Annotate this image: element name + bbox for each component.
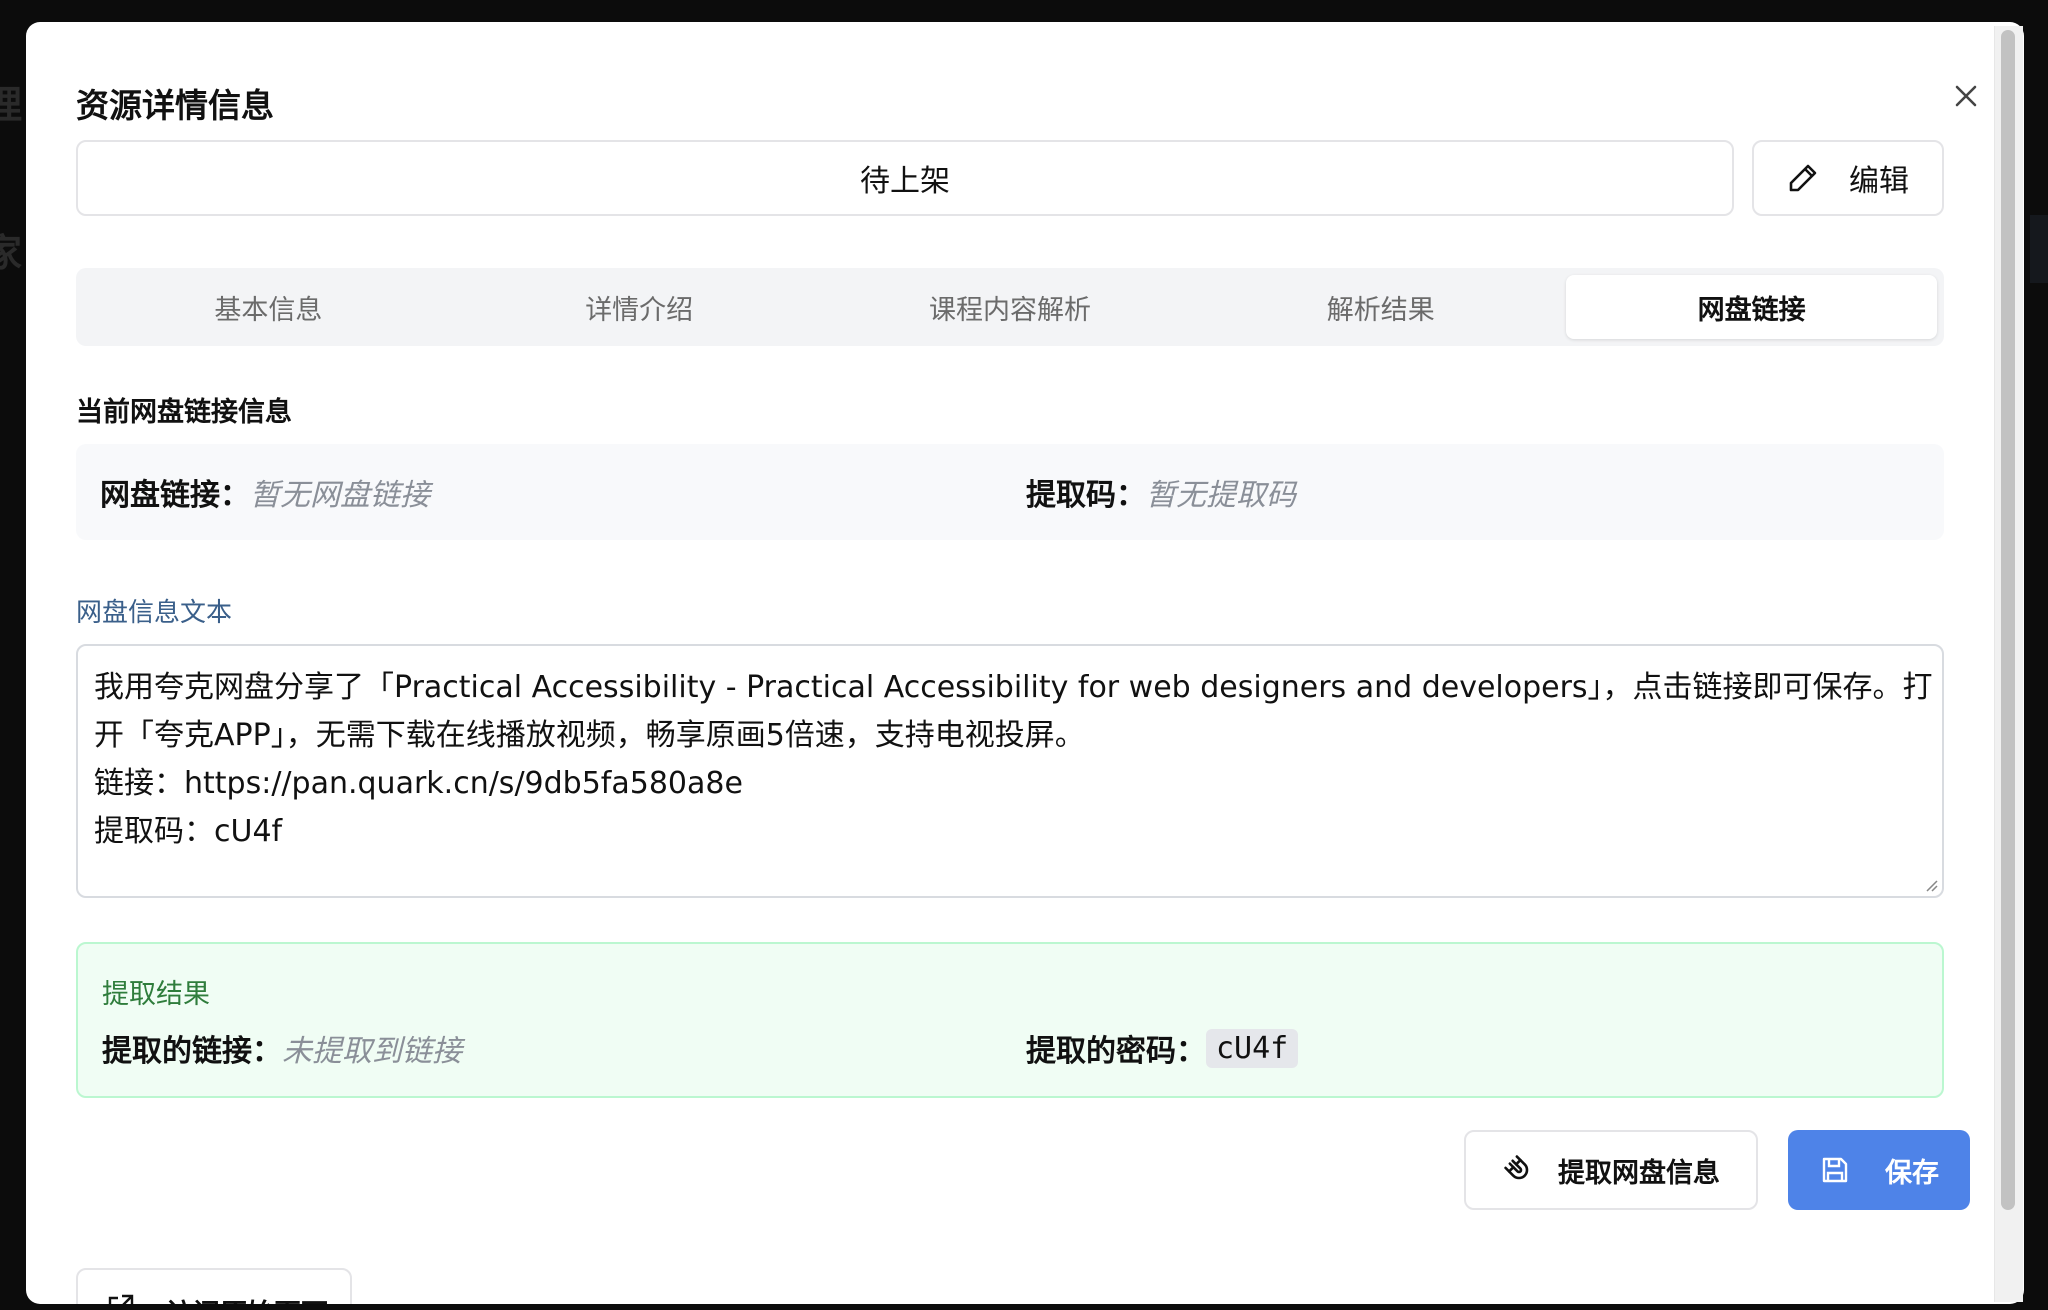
textarea-line: 我用夸克网盘分享了「Practical Accessibility - Prac… <box>94 670 1933 705</box>
extracted-link-key: 提取的链接： <box>102 1034 282 1069</box>
status-display: 待上架 <box>76 140 1734 216</box>
save-button[interactable]: 保存 <box>1788 1130 1970 1210</box>
extracted-password-row: 提取的密码： cU4f <box>1026 1024 1299 1072</box>
background-block <box>2030 215 2048 283</box>
netdisk-text-input[interactable]: 我用夸克网盘分享了「Practical Accessibility - Prac… <box>76 644 1944 898</box>
tab-analysis-result[interactable]: 解析结果 <box>1195 275 1566 339</box>
edit-button-label: 编辑 <box>1849 164 1909 199</box>
netdisk-link-key: 网盘链接： <box>100 478 250 513</box>
close-button[interactable] <box>1944 74 1988 118</box>
status-value: 待上架 <box>860 164 950 199</box>
edit-button[interactable]: 编辑 <box>1752 140 1944 216</box>
extraction-code-key: 提取码： <box>1026 478 1146 513</box>
background-text-fragment: 理 <box>0 83 23 127</box>
netdisk-link-row: 网盘链接： 暂无网盘链接 <box>100 444 430 540</box>
current-link-section-label: 当前网盘链接信息 <box>76 397 292 428</box>
current-link-info-panel: 网盘链接： 暂无网盘链接 提取码： 暂无提取码 <box>76 444 1944 540</box>
extraction-result-title: 提取结果 <box>102 979 210 1010</box>
netdisk-link-value: 暂无网盘链接 <box>250 478 430 513</box>
textarea-line: 提取码：cU4f <box>94 814 283 849</box>
extraction-result-panel: 提取结果 提取的链接： 未提取到链接 提取的密码： cU4f <box>76 942 1944 1098</box>
scrollbar-thumb[interactable] <box>2001 30 2015 1210</box>
extract-button-label: 提取网盘信息 <box>1558 1157 1720 1189</box>
tab-bar: 基本信息 详情介绍 课程内容解析 解析结果 网盘链接 <box>76 268 1944 346</box>
resource-detail-dialog: 资源详情信息 待上架 编辑 基本信息 详情介绍 课程内容解析 解析结果 网盘链接… <box>26 22 2024 1304</box>
pencil-icon <box>1789 164 1817 192</box>
external-link-icon <box>108 1294 134 1304</box>
tab-basic-info[interactable]: 基本信息 <box>83 275 454 339</box>
visit-button-label: 访问原始页面 <box>166 1292 328 1304</box>
tab-detail-intro[interactable]: 详情介绍 <box>454 275 825 339</box>
tab-netdisk-link[interactable]: 网盘链接 <box>1566 275 1937 339</box>
extracted-password-value: cU4f <box>1206 1028 1299 1068</box>
extraction-code-value: 暂无提取码 <box>1146 478 1296 513</box>
dialog-title: 资源详情信息 <box>76 86 274 125</box>
tab-course-content-analysis[interactable]: 课程内容解析 <box>825 275 1196 339</box>
extracted-link-row: 提取的链接： 未提取到链接 <box>102 1024 462 1072</box>
extraction-code-row: 提取码： 暂无提取码 <box>1026 444 1296 540</box>
extracted-password-key: 提取的密码： <box>1026 1034 1206 1069</box>
extract-netdisk-info-button[interactable]: 提取网盘信息 <box>1464 1130 1758 1210</box>
extracted-link-value: 未提取到链接 <box>282 1034 462 1069</box>
netdisk-text-label: 网盘信息文本 <box>76 598 233 628</box>
save-icon <box>1822 1157 1848 1183</box>
visit-original-page-button[interactable]: 访问原始页面 <box>76 1268 352 1304</box>
close-icon <box>1955 85 1977 107</box>
background-text-fragment: 家 <box>0 231 23 275</box>
save-button-label: 保存 <box>1885 1157 1939 1189</box>
textarea-line: 链接：https://pan.quark.cn/s/9db5fa580a8e <box>94 766 743 801</box>
magnet-icon <box>1504 1155 1529 1180</box>
resize-handle-icon[interactable] <box>1924 878 1938 892</box>
textarea-line: 开「夸克APP」，无需下载在线播放视频，畅享原画5倍速，支持电视投屏。 <box>94 718 1085 753</box>
